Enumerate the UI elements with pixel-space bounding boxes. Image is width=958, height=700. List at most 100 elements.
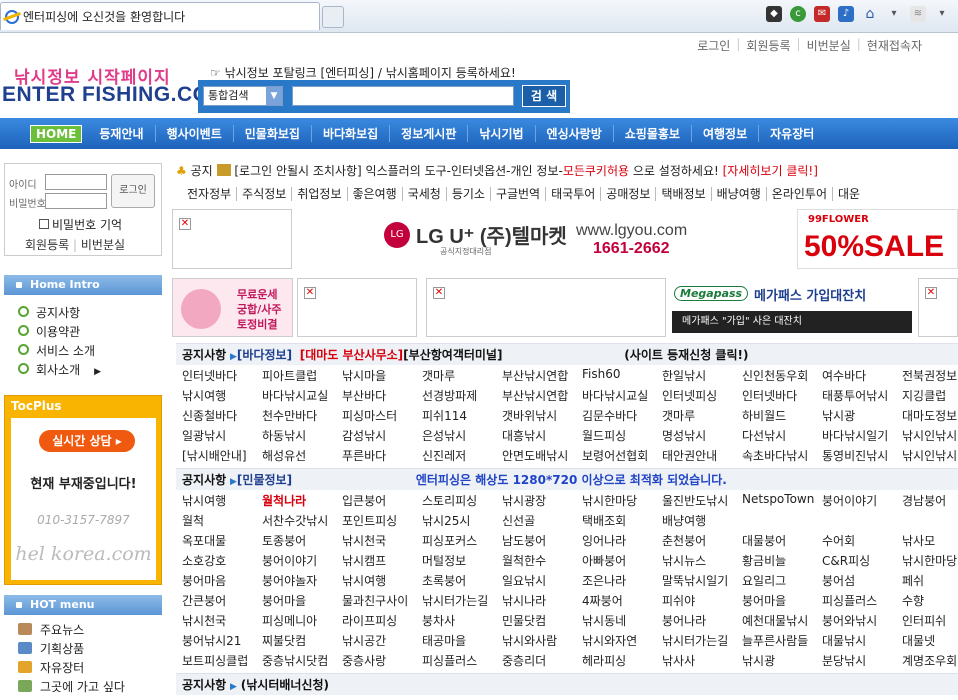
site-link[interactable]: 낚시25시 (422, 512, 502, 532)
site-link[interactable]: 붕어와낚시 (822, 612, 902, 632)
site-link[interactable]: 안면도배낚시 (502, 447, 582, 467)
site-link[interactable]: 낚시동네 (582, 612, 662, 632)
nav-techniques[interactable]: 낚시기법 (468, 125, 536, 142)
sidebar-item-terms[interactable]: 이용약관 (18, 323, 80, 340)
site-link[interactable]: 낚시와자연 (582, 632, 662, 652)
site-link[interactable]: 일요낚시 (502, 572, 582, 592)
lost-password-link[interactable]: 비번분실 (81, 238, 125, 252)
site-link[interactable]: 초록붕어 (422, 572, 502, 592)
site-link[interactable]: 피싱플러스 (422, 652, 502, 672)
site-link[interactable]: C&R피싱 (822, 552, 902, 572)
site-link[interactable]: 태안권안내 (662, 447, 742, 467)
site-link[interactable]: 낚시인낚시 (902, 447, 958, 467)
megapass-ad-banner[interactable]: Megapass 메가패스 가입대잔치 메가패스 "가입" 사은 대잔치 (672, 280, 912, 336)
site-link[interactable]: [낚시배안내] (182, 447, 262, 467)
sidebar-item-company[interactable]: 회사소개 ▶ (18, 361, 101, 378)
site-link[interactable]: 춘천붕어 (662, 532, 742, 552)
site-link[interactable]: 붕어이야기 (822, 492, 902, 512)
search-input[interactable] (292, 86, 514, 106)
site-link[interactable]: 인터피쉬 (902, 612, 958, 632)
site-link[interactable]: 옥포대물 (182, 532, 262, 552)
site-link[interactable]: 낚시천국 (182, 612, 262, 632)
site-link[interactable]: 여수바다 (822, 367, 902, 387)
nav-freshwater-gallery[interactable]: 민물화보집 (234, 125, 312, 142)
site-link[interactable]: 낚시와사람 (502, 632, 582, 652)
live-chat-button[interactable]: 실시간 상담 ▸ (39, 430, 135, 452)
quick-link[interactable]: 국세청 (402, 187, 447, 201)
site-link[interactable]: 낚시공간 (342, 632, 422, 652)
site-link[interactable]: 신진레저 (422, 447, 502, 467)
site-link[interactable]: 낚시광장 (502, 492, 582, 512)
site-link[interactable]: 바다낚시교실 (582, 387, 662, 407)
site-link[interactable]: 대물넷 (902, 632, 958, 652)
site-link[interactable]: 4짜붕어 (582, 592, 662, 612)
site-link[interactable]: 잉어나라 (582, 532, 662, 552)
site-link[interactable]: 인터넷피싱 (662, 387, 742, 407)
site-link[interactable]: 피싱메니아 (262, 612, 342, 632)
site-link[interactable]: 다선낚시 (742, 427, 822, 447)
site-link[interactable]: 중층낚시닷컴 (262, 652, 342, 672)
site-link[interactable]: 피싱마스터 (342, 407, 422, 427)
hot-item-news[interactable]: 주요뉴스 (18, 621, 84, 638)
site-link[interactable]: 예천대물낚시 (742, 612, 822, 632)
nav-travel[interactable]: 여행정보 (692, 125, 760, 142)
site-link[interactable]: 피싱포커스 (422, 532, 502, 552)
section-category[interactable]: [민물정보] (237, 473, 292, 487)
remember-password[interactable]: 비밀번호 기억 (39, 216, 122, 233)
site-link[interactable]: 감성낚시 (342, 427, 422, 447)
site-link[interactable]: 헤라피싱 (582, 652, 662, 672)
site-link[interactable]: 붕어마을 (742, 592, 822, 612)
site-link[interactable]: 피싱플러스 (822, 592, 902, 612)
site-link[interactable]: 피쉬114 (422, 407, 502, 427)
rss-icon[interactable]: ≋ (910, 6, 926, 22)
site-link[interactable]: 낚시여행 (182, 387, 262, 407)
site-link[interactable]: 조은나라 (582, 572, 662, 592)
site-link[interactable]: 낚시나라 (502, 592, 582, 612)
site-link[interactable]: 낚시여행 (342, 572, 422, 592)
nav-sea-gallery[interactable]: 바다화보집 (312, 125, 391, 142)
site-link[interactable]: Fish60 (582, 367, 662, 387)
chevron-down-icon[interactable]: ▾ (886, 6, 902, 22)
site-link[interactable]: 붕어이야기 (262, 552, 342, 572)
site-link[interactable]: 바다낚시일기 (822, 427, 902, 447)
nav-board[interactable]: 정보게시판 (390, 125, 469, 142)
site-link[interactable]: 갯마루 (422, 367, 502, 387)
site-link[interactable]: 포인트피싱 (342, 512, 422, 532)
site-link[interactable]: 대흥낚시 (502, 427, 582, 447)
site-link[interactable]: 하비월드 (742, 407, 822, 427)
site-link[interactable]: 남도붕어 (502, 532, 582, 552)
quick-link[interactable]: 전자정부 (182, 187, 238, 201)
site-link[interactable]: 경남붕어 (902, 492, 958, 512)
site-link[interactable]: 낚시터가는길 (662, 632, 742, 652)
site-link[interactable]: 붕어마을 (262, 592, 342, 612)
broken-banner[interactable]: ✕ (172, 209, 292, 269)
site-link[interactable]: 김문수바다 (582, 407, 662, 427)
site-link[interactable]: 보트피싱클럽 (182, 652, 262, 672)
site-link[interactable]: 낚시마을 (342, 367, 422, 387)
site-link[interactable]: 낚시터가는길 (422, 592, 502, 612)
site-link[interactable]: 명성낚시 (662, 427, 742, 447)
site-link[interactable]: 한일낚시 (662, 367, 742, 387)
site-link[interactable]: 서찬수갓낚시 (262, 512, 342, 532)
quick-link[interactable]: 좋은여행 (347, 187, 403, 201)
quick-link[interactable]: 구글번역 (490, 187, 547, 201)
promo-link[interactable]: [부산항여객터미널] (403, 348, 502, 362)
current-users-link[interactable]: 현재접속자 (861, 37, 928, 54)
site-link[interactable]: 황금비늘 (742, 552, 822, 572)
site-link[interactable]: 요일리그 (742, 572, 822, 592)
site-link[interactable]: 낚시광 (742, 652, 822, 672)
sound-icon[interactable]: ♪ (838, 6, 854, 22)
quick-link[interactable]: 온라인투어 (766, 187, 833, 201)
site-link[interactable]: 수향 (902, 592, 958, 612)
nav-registration[interactable]: 등재안내 (88, 125, 156, 142)
site-link[interactable]: 붕어마음 (182, 572, 262, 592)
new-tab-button[interactable] (322, 6, 344, 28)
broken-banner[interactable]: ✕ (297, 278, 417, 337)
site-link[interactable]: 하동낚시 (262, 427, 342, 447)
register-site-link[interactable]: (사이트 등재신청 클릭!) (624, 348, 748, 362)
site-link[interactable]: 지깅클럽 (902, 387, 958, 407)
site-link[interactable]: 부산낚시연합 (502, 387, 582, 407)
site-link[interactable]: 낚시한마당 (582, 492, 662, 512)
banner-request-link[interactable]: (낚시터배너신청) (241, 678, 329, 692)
quick-link[interactable]: 태국투어 (546, 187, 602, 201)
